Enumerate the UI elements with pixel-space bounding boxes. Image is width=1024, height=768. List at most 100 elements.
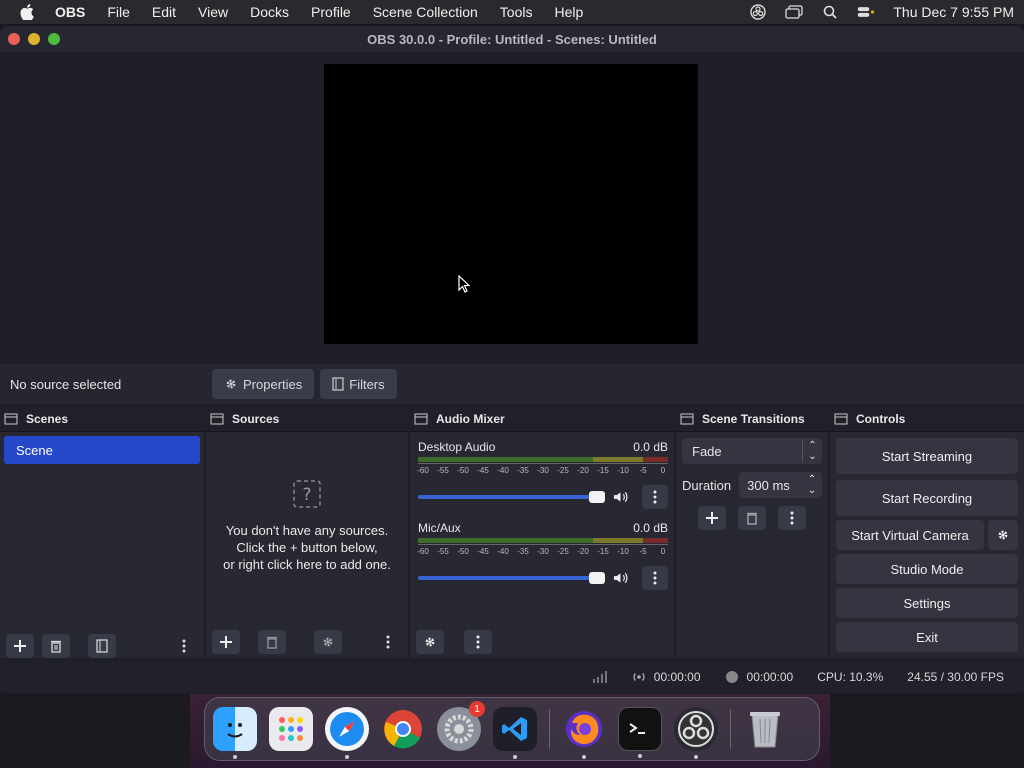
start-recording-button[interactable]: Start Recording (836, 480, 1018, 516)
dock-window-icon (414, 413, 428, 424)
menu-edit[interactable]: Edit (141, 4, 187, 20)
controls-dock: Controls Start Streaming Start Recording… (830, 406, 1024, 658)
sources-list[interactable]: ? You don't have any sources. Click the … (206, 432, 408, 658)
window-titlebar: OBS 30.0.0 - Profile: Untitled - Scenes:… (0, 26, 1024, 52)
sources-empty-line3: or right click here to add one. (223, 557, 391, 572)
tick-label: -45 (477, 547, 489, 556)
sources-empty-line1: You don't have any sources. (225, 523, 389, 538)
menu-docks[interactable]: Docks (239, 4, 300, 20)
remove-transition-button[interactable] (738, 506, 766, 530)
macos-menu-bar: OBS File Edit View Docks Profile Scene C… (0, 0, 1024, 24)
tick-label: 0 (660, 466, 666, 475)
spin-arrows-icon[interactable]: ⌃ ⌄ (802, 474, 822, 496)
finder-icon[interactable] (213, 707, 257, 759)
volume-slider-handle[interactable] (589, 572, 606, 584)
menu-tools[interactable]: Tools (489, 4, 544, 20)
running-indicator (345, 755, 349, 759)
tick-label: -40 (497, 547, 509, 556)
add-source-button[interactable] (212, 630, 240, 654)
duration-value: 300 ms (747, 477, 790, 493)
gear-icon (425, 637, 435, 647)
sources-more-button[interactable] (374, 630, 402, 654)
menu-help[interactable]: Help (543, 4, 594, 20)
signal-bars-icon (592, 671, 607, 683)
question-icon: ? (293, 480, 321, 508)
virtual-camera-settings-button[interactable] (988, 520, 1018, 550)
plus-icon (706, 512, 718, 524)
volume-slider[interactable] (418, 572, 606, 584)
speaker-icon[interactable] (613, 571, 630, 585)
studio-mode-button[interactable]: Studio Mode (836, 554, 1018, 584)
menu-obs[interactable]: OBS (44, 4, 96, 20)
system-settings-icon[interactable]: 1 (437, 701, 485, 751)
volume-slider-handle[interactable] (589, 491, 606, 503)
dock-window-icon (210, 413, 224, 424)
channel-more-button[interactable] (641, 566, 669, 590)
remove-scene-button[interactable] (42, 634, 70, 658)
fps-readout: 24.55 / 30.00 FPS (907, 670, 1004, 684)
scenes-list[interactable]: Scene (0, 436, 204, 662)
mixer-more-button[interactable] (464, 630, 492, 654)
dock-separator (549, 709, 550, 749)
preview-canvas[interactable] (324, 64, 698, 344)
terminal-icon[interactable] (618, 707, 662, 758)
channel-name: Mic/Aux (418, 521, 461, 535)
vscode-icon[interactable] (493, 707, 537, 759)
menu-view[interactable]: View (187, 4, 239, 20)
mixer-channel-desktop-audio: Desktop Audio 0.0 dB -60 -55 -50 -45 -40… (417, 440, 669, 509)
launchpad-icon[interactable] (269, 707, 313, 751)
gear-icon (998, 530, 1008, 540)
obs-app-icon[interactable] (674, 707, 718, 759)
scenes-more-button[interactable] (170, 634, 198, 658)
mouse-cursor-icon (458, 275, 470, 293)
properties-button[interactable]: Properties (212, 369, 315, 399)
exit-button[interactable]: Exit (836, 622, 1018, 652)
tick-label: -20 (577, 547, 589, 556)
scene-filters-button[interactable] (88, 634, 116, 658)
menu-scene-collection[interactable]: Scene Collection (362, 4, 489, 20)
preview-area[interactable] (0, 52, 1024, 382)
filters-button[interactable]: Filters (320, 369, 397, 399)
trash-icon[interactable] (743, 707, 787, 751)
plus-icon (220, 636, 232, 648)
add-scene-button[interactable] (6, 634, 34, 658)
remove-source-button[interactable] (258, 630, 286, 654)
source-properties-button[interactable] (314, 630, 342, 654)
tick-label: -10 (617, 466, 629, 475)
transition-more-button[interactable] (778, 506, 806, 530)
settings-button[interactable]: Settings (836, 588, 1018, 618)
start-virtual-camera-button[interactable]: Start Virtual Camera (836, 520, 984, 550)
scene-item[interactable]: Scene (4, 436, 200, 464)
menubar-clock[interactable]: Thu Dec 7 9:55 PM (893, 4, 1014, 20)
window-switcher-icon[interactable] (785, 4, 804, 20)
filters-label: Filters (349, 376, 385, 392)
stream-status: 00:00:00 (632, 670, 701, 684)
volume-slider[interactable] (418, 491, 606, 503)
meter-ticks: -60 -55 -50 -45 -40 -35 -30 -25 -20 -15 … (417, 463, 668, 475)
menu-file[interactable]: File (96, 4, 141, 20)
safari-icon[interactable] (325, 707, 369, 759)
firefox-icon[interactable] (562, 707, 606, 759)
tick-label: -15 (597, 547, 609, 556)
add-transition-button[interactable] (698, 506, 726, 530)
chrome-icon[interactable] (381, 707, 425, 751)
tick-label: -5 (639, 547, 647, 556)
start-streaming-button[interactable]: Start Streaming (836, 438, 1018, 474)
obs-tray-icon[interactable] (749, 4, 767, 20)
advanced-audio-button[interactable] (416, 630, 444, 654)
speaker-icon[interactable] (613, 490, 630, 504)
status-bar: 00:00:00 00:00:00 CPU: 10.3% 24.55 / 30.… (0, 662, 1024, 692)
sources-dock-header: Sources (206, 406, 408, 432)
more-vertical-icon (790, 511, 794, 525)
tick-label: -55 (437, 466, 449, 475)
search-icon[interactable] (821, 4, 839, 20)
trash-icon (267, 636, 277, 649)
tick-label: -55 (437, 547, 449, 556)
duration-spinbox[interactable]: 300 ms ⌃ ⌄ (739, 472, 822, 498)
control-center-icon[interactable] (857, 4, 875, 20)
menu-profile[interactable]: Profile (300, 4, 362, 20)
transition-select[interactable]: Fade ⌃ ⌄ (682, 438, 822, 464)
more-vertical-icon (653, 490, 657, 504)
channel-more-button[interactable] (641, 485, 669, 509)
apple-icon[interactable] (10, 4, 44, 20)
